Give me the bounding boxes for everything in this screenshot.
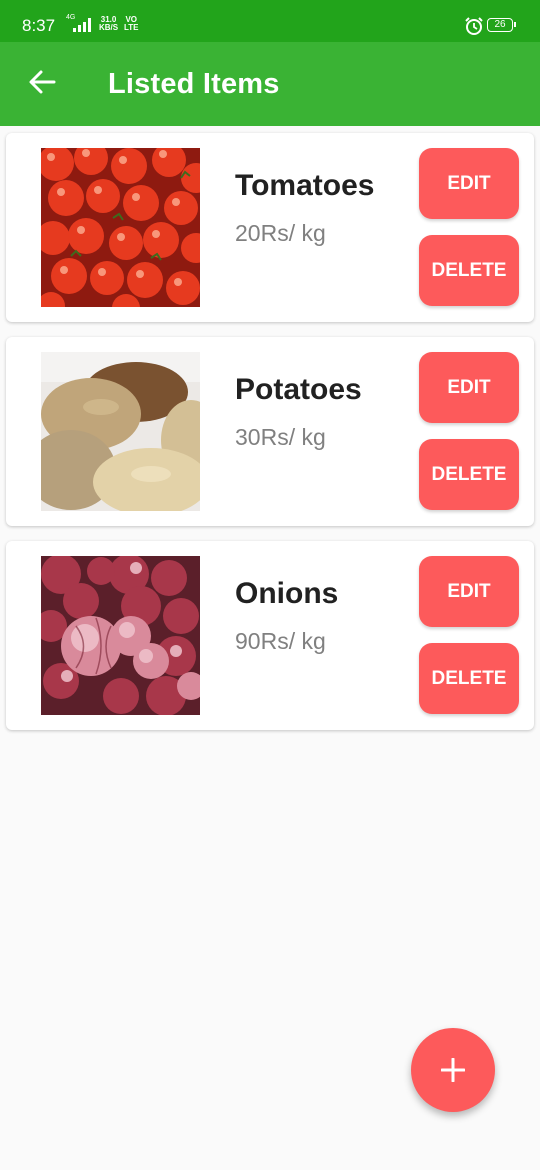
delete-button[interactable]: DELETE	[419, 235, 519, 306]
item-image-potatoes	[41, 352, 200, 511]
network-speed: 31.0 KB/S	[99, 16, 118, 32]
item-image-onions	[41, 556, 200, 715]
volte-indicator: VO LTE	[124, 16, 139, 32]
item-name: Tomatoes	[235, 169, 375, 202]
status-time: 8:37	[22, 16, 56, 35]
add-item-button[interactable]	[411, 1028, 495, 1112]
delete-button[interactable]: DELETE	[419, 439, 519, 510]
delete-button[interactable]: DELETE	[419, 643, 519, 714]
item-card: Tomatoes 20Rs/ kg EDIT DELETE	[6, 133, 534, 322]
status-bar: 8:37 4G 31.0 KB/S VO LTE 26	[0, 0, 540, 42]
page-title: Listed Items	[108, 68, 280, 100]
item-card: Potatoes 30Rs/ kg EDIT DELETE	[6, 337, 534, 526]
signal-icon	[73, 18, 91, 32]
alarm-icon	[465, 17, 483, 35]
item-name: Potatoes	[235, 373, 362, 406]
item-image-tomatoes	[41, 148, 200, 307]
item-price: 30Rs/ kg	[235, 424, 326, 450]
battery-icon: 26	[487, 18, 516, 32]
speed-unit: KB/S	[99, 23, 119, 32]
item-name: Onions	[235, 577, 339, 610]
item-price: 90Rs/ kg	[235, 628, 326, 654]
edit-button[interactable]: EDIT	[419, 556, 519, 627]
app-toolbar: Listed Items	[0, 42, 540, 126]
item-card: Onions 90Rs/ kg EDIT DELETE	[6, 541, 534, 730]
plus-icon	[441, 1058, 465, 1082]
item-price: 20Rs/ kg	[235, 220, 326, 246]
arrow-left-icon[interactable]	[26, 66, 58, 98]
volte-bottom: LTE	[124, 23, 139, 32]
edit-button[interactable]: EDIT	[419, 352, 519, 423]
edit-button[interactable]: EDIT	[419, 148, 519, 219]
